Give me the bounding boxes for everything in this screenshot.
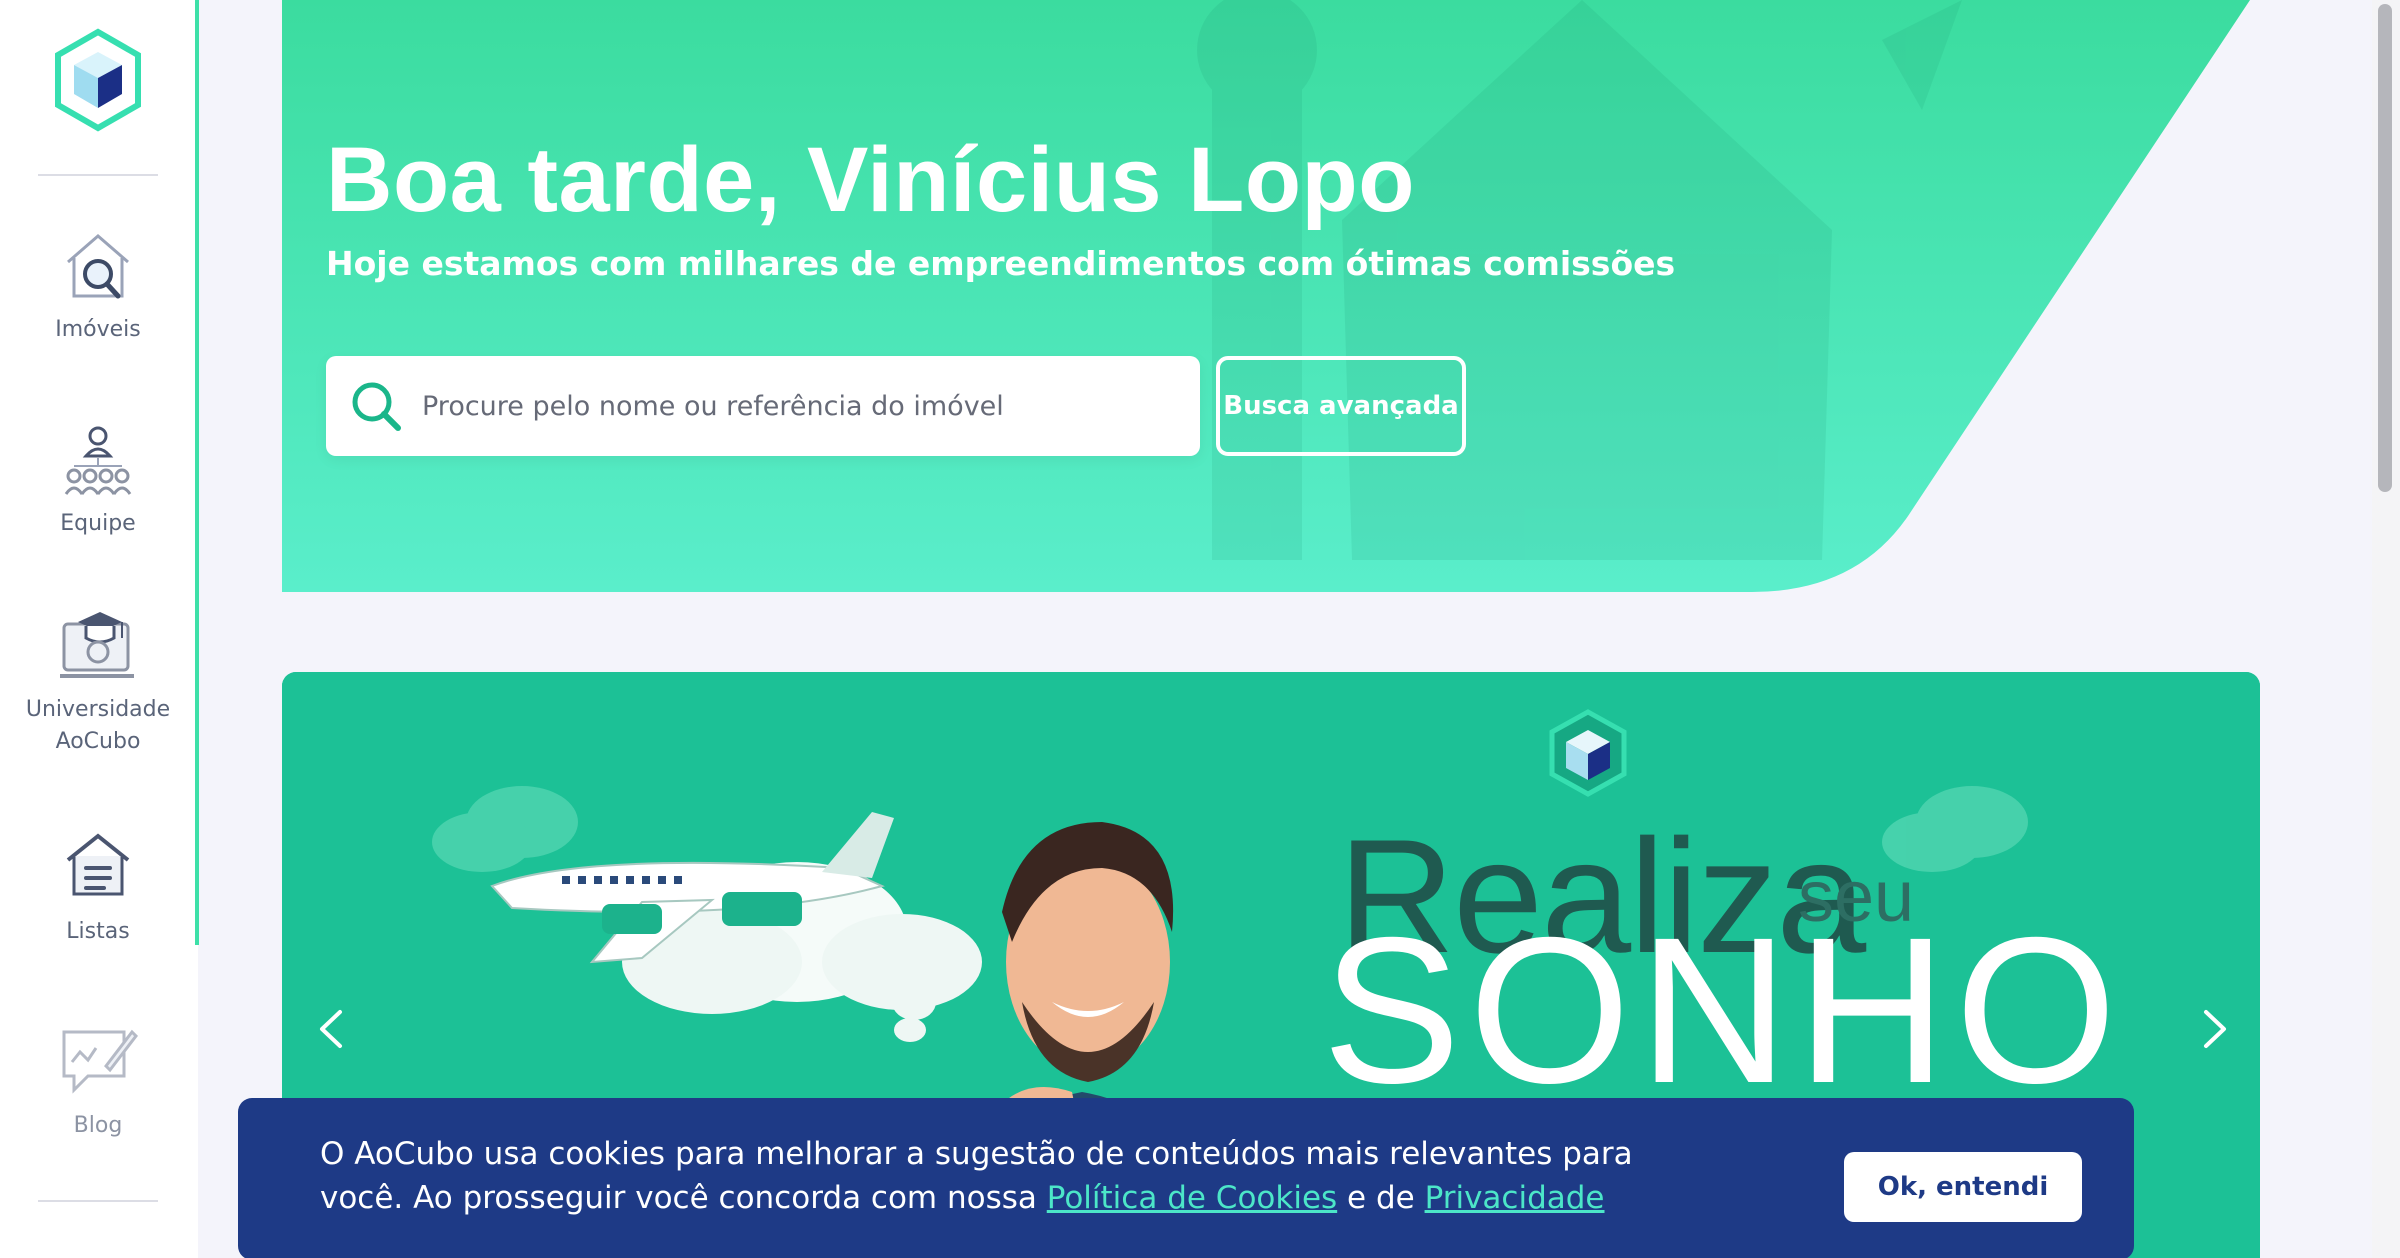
search-icon[interactable] bbox=[346, 376, 406, 436]
sidebar-item-listas[interactable]: Listas bbox=[0, 828, 196, 948]
sidebar-item-imoveis[interactable]: Imóveis bbox=[0, 226, 196, 346]
search-input[interactable] bbox=[422, 376, 1182, 436]
graduation-computer-icon bbox=[60, 612, 134, 678]
advanced-search-button[interactable]: Busca avançada bbox=[1216, 356, 1466, 456]
cookie-policy-link[interactable]: Política de Cookies bbox=[1047, 1180, 1337, 1216]
hero-banner: Boa tarde, Vinícius Lopo Hoje estamos co… bbox=[282, 0, 2282, 592]
sidebar-divider bbox=[38, 1200, 158, 1202]
house-list-icon bbox=[66, 833, 130, 896]
chevron-right-icon[interactable] bbox=[2188, 1004, 2238, 1054]
sidebar-item-label: Blog bbox=[73, 1113, 123, 1138]
greeting-title: Boa tarde, Vinícius Lopo bbox=[326, 129, 1415, 231]
sidebar-divider bbox=[38, 174, 158, 176]
scrollbar-thumb[interactable] bbox=[2378, 4, 2392, 492]
house-search-icon bbox=[67, 234, 129, 299]
chevron-left-icon[interactable] bbox=[308, 1004, 358, 1054]
banner-headline-sonho: SONHO bbox=[1322, 895, 2125, 1127]
greeting-subtitle: Hoje estamos com milhares de empreendime… bbox=[326, 244, 1676, 283]
search-bar[interactable] bbox=[326, 356, 1200, 456]
cookie-message: O AoCubo usa cookies para melhorar a sug… bbox=[320, 1132, 1720, 1220]
cookie-consent-bar: O AoCubo usa cookies para melhorar a sug… bbox=[238, 1098, 2134, 1258]
sidebar-item-label: Universidade AoCubo bbox=[25, 697, 171, 754]
chat-pencil-icon bbox=[62, 1029, 138, 1094]
sidebar-item-equipe[interactable]: Equipe bbox=[0, 420, 196, 540]
hero-background-illustration bbox=[282, 0, 2282, 592]
banner-cube-logo bbox=[1549, 709, 1627, 797]
sidebar-item-universidade[interactable]: Universidade AoCubo bbox=[0, 606, 196, 758]
page-scrollbar[interactable] bbox=[2372, 0, 2400, 1258]
sidebar: Imóveis Equipe Universidade AoCubo Lista… bbox=[0, 0, 199, 1258]
privacy-policy-link[interactable]: Privacidade bbox=[1425, 1180, 1605, 1216]
sidebar-item-blog[interactable]: Blog bbox=[0, 1022, 196, 1142]
sidebar-item-label: Imóveis bbox=[55, 317, 141, 342]
sidebar-item-label: Listas bbox=[66, 919, 130, 944]
cookie-text-middle: e de bbox=[1337, 1180, 1425, 1216]
aocubo-logo-icon[interactable] bbox=[52, 28, 144, 132]
sidebar-item-label: Equipe bbox=[60, 511, 136, 536]
accept-cookies-button[interactable]: Ok, entendi bbox=[1844, 1152, 2082, 1222]
team-hierarchy-icon bbox=[64, 426, 132, 495]
